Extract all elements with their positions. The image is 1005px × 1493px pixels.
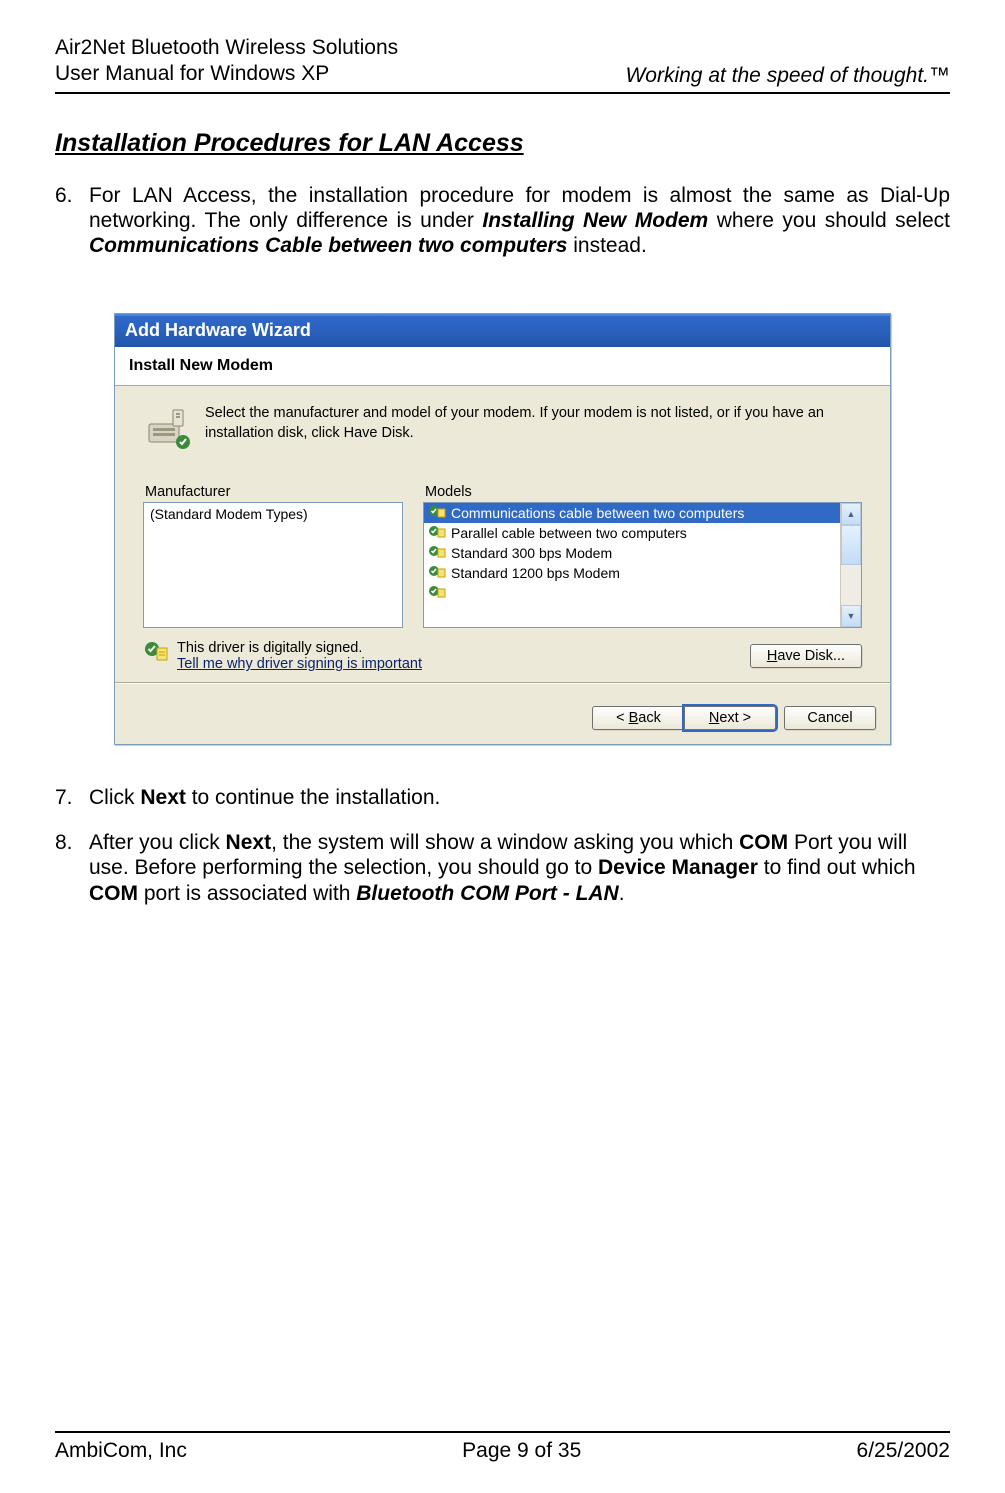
text: After you click <box>89 831 226 854</box>
tagline: Working at the speed of thought.™ <box>625 64 950 88</box>
step-6: 6. For LAN Access, the installation proc… <box>55 183 950 259</box>
add-hardware-wizard: Add Hardware Wizard Install New Modem <box>114 313 891 745</box>
text: to continue the installation. <box>186 786 441 809</box>
signed-text: This driver is digitally signed. <box>177 640 422 656</box>
text: port is associated with <box>138 882 356 905</box>
modem-icon <box>143 404 191 456</box>
titlebar: Add Hardware Wizard <box>115 314 890 347</box>
list-item[interactable] <box>424 583 840 603</box>
emphasis: Device Manager <box>598 856 758 879</box>
page-footer: AmbiCom, Inc Page 9 of 35 6/25/2002 <box>55 1431 950 1463</box>
step-number: 7. <box>55 785 89 810</box>
list-item[interactable]: (Standard Modem Types) <box>144 503 402 525</box>
header-left: Air2Net Bluetooth Wireless Solutions Use… <box>55 35 398 88</box>
intro-text: Select the manufacturer and model of you… <box>205 404 862 456</box>
certified-icon <box>428 525 446 541</box>
back-button[interactable]: < Back <box>592 706 684 730</box>
models-listbox[interactable]: Communications cable between two compute… <box>423 502 862 628</box>
page-header: Air2Net Bluetooth Wireless Solutions Use… <box>55 35 950 94</box>
text: to find out which <box>758 856 916 879</box>
footer-date: 6/25/2002 <box>857 1439 950 1463</box>
item-label: Standard 1200 bps Modem <box>451 565 620 581</box>
cancel-button[interactable]: Cancel <box>784 706 876 730</box>
certified-icon <box>428 545 446 561</box>
text: , the system will show a window asking y… <box>271 831 739 854</box>
intro-row: Select the manufacturer and model of you… <box>143 404 862 456</box>
emphasis: Next <box>140 786 186 809</box>
list-item[interactable]: Standard 300 bps Modem <box>424 543 840 563</box>
scroll-thumb[interactable] <box>841 525 861 565</box>
emphasis: Installing New Modem <box>482 209 708 232</box>
item-label: Standard 300 bps Modem <box>451 545 612 561</box>
doc-subtitle: User Manual for Windows XP <box>55 61 398 87</box>
text: where you should select <box>708 209 950 232</box>
emphasis: Next <box>226 831 272 854</box>
certified-icon <box>428 565 446 581</box>
models-label: Models <box>423 484 862 500</box>
footer-page: Page 9 of 35 <box>462 1439 581 1463</box>
certified-icon <box>428 585 446 601</box>
list-item[interactable]: Communications cable between two compute… <box>424 503 840 523</box>
wizard-banner: Install New Modem <box>115 347 890 386</box>
list-item[interactable]: Standard 1200 bps Modem <box>424 563 840 583</box>
emphasis: COM <box>89 882 138 905</box>
have-disk-button[interactable]: Have Disk... <box>750 644 862 668</box>
emphasis: Communications Cable between two compute… <box>89 234 567 257</box>
step-7: 7. Click Next to continue the installati… <box>55 785 950 810</box>
text: Click <box>89 786 140 809</box>
signing-info-link[interactable]: Tell me why driver signing is important <box>177 656 422 672</box>
separator <box>115 682 890 684</box>
manufacturer-label: Manufacturer <box>143 484 403 500</box>
scroll-track[interactable] <box>841 565 861 605</box>
scroll-down-button[interactable]: ▼ <box>841 605 861 627</box>
emphasis: COM <box>739 831 788 854</box>
signed-icon <box>143 640 169 666</box>
item-label: Parallel cable between two computers <box>451 525 687 541</box>
list-item[interactable]: Parallel cable between two computers <box>424 523 840 543</box>
next-button[interactable]: Next > <box>684 706 776 730</box>
emphasis: Bluetooth COM Port - LAN <box>356 882 618 905</box>
scrollbar[interactable]: ▲ ▼ <box>840 503 861 627</box>
step-number: 8. <box>55 830 89 906</box>
item-label: Communications cable between two compute… <box>451 505 744 521</box>
product-name: Air2Net Bluetooth Wireless Solutions <box>55 35 398 61</box>
section-heading: Installation Procedures for LAN Access <box>55 129 950 158</box>
text: instead. <box>567 234 646 257</box>
step-8: 8. After you click Next, the system will… <box>55 830 950 906</box>
text: . <box>619 882 625 905</box>
step-number: 6. <box>55 183 89 259</box>
certified-icon <box>428 505 446 521</box>
footer-company: AmbiCom, Inc <box>55 1439 187 1463</box>
scroll-up-button[interactable]: ▲ <box>841 503 861 525</box>
manufacturer-listbox[interactable]: (Standard Modem Types) <box>143 502 403 628</box>
wizard-buttons: < Back Next > Cancel <box>115 690 890 744</box>
